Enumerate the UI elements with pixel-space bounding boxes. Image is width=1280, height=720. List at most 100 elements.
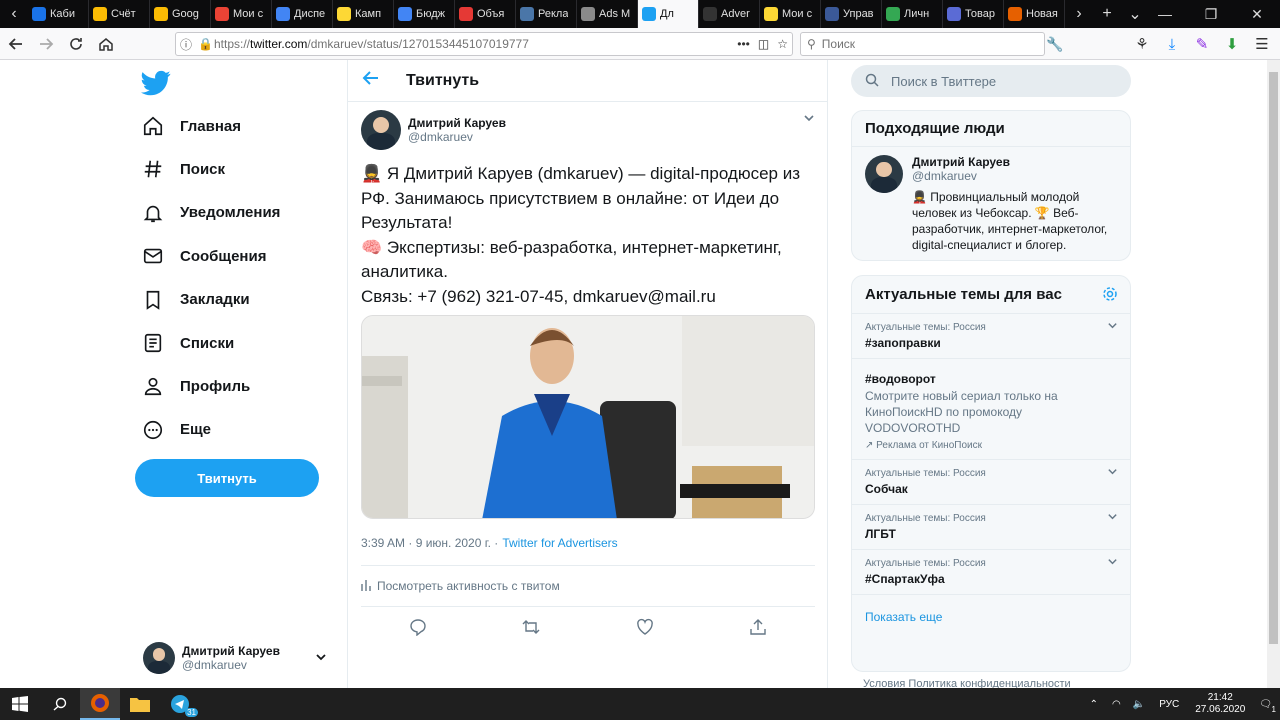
tweet-activity-link[interactable]: Посмотреть активность с твитом (361, 566, 815, 606)
browser-tab[interactable]: Ads M (577, 0, 638, 28)
chevron-down-icon[interactable] (1107, 466, 1118, 480)
windows-start-icon[interactable] (0, 688, 40, 720)
trend-item[interactable]: Актуальные темы: Россия Собчак (852, 460, 1130, 505)
tweet-meta: 3:39 AM · 9 июн. 2020 г. · Twitter for A… (361, 533, 815, 553)
browser-tab[interactable]: Мои с (760, 0, 821, 28)
page-scrollbar[interactable] (1267, 60, 1280, 688)
back-button[interactable] (2, 30, 30, 58)
tab-scroll-right-button[interactable]: › (1065, 0, 1093, 28)
minimize-button[interactable]: — (1142, 0, 1188, 28)
extension-badge-icon[interactable]: ⬇ (1218, 30, 1246, 58)
forward-button[interactable] (32, 30, 60, 58)
tweet-photo[interactable] (361, 315, 815, 519)
avatar[interactable] (361, 110, 401, 150)
nav-item-hashtag[interactable]: Поиск (141, 149, 225, 189)
browser-tab[interactable]: Управ (821, 0, 882, 28)
forward-arrow-icon (40, 37, 54, 50)
search-icon[interactable] (40, 688, 80, 720)
browser-tab[interactable]: Бюдж (394, 0, 455, 28)
tweet-line: 🧠 Экспертизы: веб-разработка, интернет-м… (361, 237, 782, 282)
reload-button[interactable] (62, 30, 90, 58)
nav-item-profile[interactable]: Профиль (141, 366, 250, 406)
notifications-icon[interactable]: 🗨 1 (1259, 699, 1276, 714)
home-button[interactable] (92, 30, 120, 58)
twitter-bird-icon[interactable] (141, 68, 171, 98)
browser-tab[interactable]: Личн (882, 0, 943, 28)
trend-name: ЛГБТ (865, 527, 896, 541)
language-indicator[interactable]: РУС (1159, 699, 1179, 710)
downloads-icon[interactable]: ⤓ (1158, 30, 1186, 58)
nav-item-bookmark[interactable]: Закладки (141, 280, 250, 320)
browser-tab[interactable]: Счёт (89, 0, 150, 28)
nav-item-list[interactable]: Списки (141, 323, 234, 363)
author-handle[interactable]: @dmkaruev (408, 130, 506, 144)
url-host: twitter.com (250, 37, 308, 51)
network-icon[interactable]: ◠ (1112, 699, 1121, 710)
browser-tab[interactable]: Новая (1004, 0, 1065, 28)
nav-item-home[interactable]: Главная (141, 106, 241, 146)
scrollbar-thumb[interactable] (1269, 72, 1278, 644)
browser-search-field[interactable]: ⚲ Поиск (800, 32, 1045, 56)
tweet-source-link[interactable]: Twitter for Advertisers (502, 536, 617, 550)
nav-item-more[interactable]: Еще (141, 410, 211, 450)
retweet-icon[interactable] (511, 618, 551, 636)
browser-tab[interactable]: Goog (150, 0, 211, 28)
chevron-down-icon[interactable] (1107, 511, 1118, 525)
close-window-button[interactable]: ✕ (1234, 0, 1280, 28)
browser-tab[interactable]: Диспе (272, 0, 333, 28)
maximize-button[interactable]: ❐ (1188, 0, 1234, 28)
like-heart-icon[interactable] (625, 618, 665, 636)
nav-item-bell[interactable]: Уведомления (141, 193, 280, 233)
show-more-link[interactable]: Показать еще (852, 595, 1130, 639)
browser-tab[interactable]: Мои с (211, 0, 272, 28)
trend-item[interactable]: Актуальные темы: Россия ЛГБТ (852, 505, 1130, 550)
nav-item-mail[interactable]: Сообщения (141, 236, 266, 276)
promoted-icon: ↗ (865, 440, 877, 451)
gear-icon[interactable] (1102, 286, 1118, 306)
share-icon[interactable] (738, 618, 778, 636)
tab-label: Товар (965, 8, 995, 20)
browser-tab[interactable]: Каби (28, 0, 89, 28)
pocket-icon[interactable]: ◫ (758, 37, 769, 51)
chevron-down-icon[interactable] (1107, 320, 1118, 334)
menu-icon[interactable]: ☰ (1248, 30, 1276, 58)
browser-tab[interactable]: Рекла (516, 0, 577, 28)
back-arrow-icon[interactable] (362, 69, 386, 92)
library-icon[interactable]: ⚘ (1128, 30, 1156, 58)
trend-item[interactable]: Актуальные темы: Россия #запоправки (852, 314, 1130, 359)
chevron-down-icon[interactable] (803, 112, 815, 127)
tab-favicon-icon (764, 7, 778, 21)
browser-tab[interactable]: Дл (638, 0, 699, 28)
extension-pen-icon[interactable]: ✎ (1188, 30, 1216, 58)
volume-icon[interactable]: 🔈 (1133, 699, 1145, 710)
trend-item[interactable]: Актуальные темы: Россия #СпартакУфа (852, 550, 1130, 595)
reply-icon[interactable] (398, 618, 438, 636)
address-bar[interactable]: ⓘ 🔒 https://twitter.com/dmkaruev/status/… (175, 32, 793, 56)
chevron-up-icon[interactable]: ⌃ (1090, 699, 1098, 710)
twitter-search-input[interactable]: Поиск в Твиттере (851, 65, 1131, 97)
site-info-icon[interactable]: ⓘ (180, 36, 198, 53)
trend-item[interactable]: #водоворот Смотрите новый сериал только н… (852, 359, 1130, 460)
wrench-icon[interactable]: 🔧 (1042, 30, 1068, 58)
author-name[interactable]: Дмитрий Каруев (408, 116, 506, 130)
telegram-taskbar-icon[interactable]: 31 (160, 688, 200, 720)
clock[interactable]: 21:42 27.06.2020 (1195, 692, 1245, 716)
browser-tab[interactable]: Adver (699, 0, 760, 28)
mail-icon (141, 244, 165, 268)
account-switcher[interactable]: Дмитрий Каруев @dmkaruev (143, 640, 335, 676)
trend-name: #водоворот (865, 372, 936, 386)
page-actions-icon[interactable]: ••• (737, 37, 750, 51)
person-item[interactable]: Дмитрий Каруев @dmkaruev 💂 Провинциальны… (852, 147, 1130, 260)
tweet-button[interactable]: Твитнуть (135, 459, 319, 497)
trend-category: Актуальные темы: Россия (865, 513, 986, 524)
bookmark-star-icon[interactable]: ☆ (777, 37, 788, 51)
tweet-timestamp[interactable]: 3:39 AM · 9 июн. 2020 г. · (361, 536, 498, 550)
folder-icon[interactable] (120, 688, 160, 720)
browser-tab[interactable]: Камп (333, 0, 394, 28)
firefox-taskbar-icon[interactable] (80, 688, 120, 720)
browser-tab[interactable]: Товар (943, 0, 1004, 28)
tab-scroll-left-button[interactable]: ‹ (0, 0, 28, 28)
chevron-down-icon[interactable] (1107, 556, 1118, 570)
new-tab-button[interactable]: + (1093, 0, 1121, 28)
browser-tab[interactable]: Объя (455, 0, 516, 28)
